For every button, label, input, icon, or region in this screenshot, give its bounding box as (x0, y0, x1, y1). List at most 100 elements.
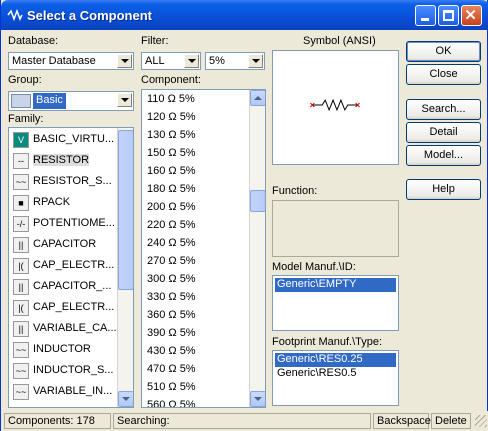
cap-electrolytic-icon: |( (13, 258, 29, 274)
family-item[interactable]: ■ RPACK (11, 193, 119, 213)
search-button[interactable]: Search... (406, 99, 481, 120)
component-item[interactable]: 510 Ω 5% (147, 381, 196, 399)
filter-value: ALL (145, 55, 165, 67)
basic-group-icon (11, 94, 31, 108)
minimize-icon (421, 18, 429, 21)
close-window-button[interactable] (461, 5, 482, 26)
component-item[interactable]: 300 Ω 5% (147, 273, 196, 291)
status-delete: Delete (431, 413, 471, 429)
status-backspace: Backspace (373, 413, 431, 429)
group-select[interactable]: Basic (8, 91, 134, 111)
component-item[interactable]: 270 Ω 5% (147, 255, 196, 273)
capacitor-icon: || (13, 237, 29, 253)
potentiometer-icon: -/- (13, 216, 29, 232)
family-item-label: VARIABLE_CA... (33, 322, 117, 334)
family-item[interactable]: -- RESISTOR (11, 151, 119, 171)
resistor-icon: -- (13, 153, 29, 169)
footprint-manuf-label: Footprint Manuf.\Type: (272, 336, 383, 348)
component-item[interactable]: 240 Ω 5% (147, 237, 196, 255)
component-item[interactable]: 470 Ω 5% (147, 363, 196, 381)
family-item[interactable]: ~~ RESISTOR_S... (11, 172, 119, 192)
help-button[interactable]: Help (406, 179, 481, 200)
scroll-up-button[interactable] (250, 90, 265, 106)
symbol-label: Symbol (ANSI) (303, 35, 376, 47)
chevron-down-icon[interactable] (248, 54, 263, 68)
window-title: Select a Component (27, 8, 152, 23)
family-item[interactable]: V BASIC_VIRTU... (11, 130, 119, 150)
scroll-down-button[interactable] (250, 391, 265, 407)
scroll-thumb[interactable] (250, 190, 265, 212)
component-label: Component: (141, 74, 201, 86)
component-list[interactable]: 110 Ω 5% 120 Ω 5% 130 Ω 5% 150 Ω 5% 160 Ω 5%… (141, 89, 266, 408)
family-scrollbar[interactable] (117, 128, 133, 407)
family-item[interactable]: -/- POTENTIOME... (11, 214, 119, 234)
family-item[interactable]: |(CAP_ELECTR... (11, 256, 119, 276)
function-label: Function: (272, 185, 318, 197)
component-item[interactable]: 430 Ω 5% (147, 345, 196, 363)
model-manuf-list[interactable]: Generic\EMPTY (272, 275, 399, 331)
resistor-smt-icon: ~~ (13, 174, 29, 190)
function-box (272, 200, 399, 257)
close-button[interactable]: Close (406, 64, 481, 85)
ok-button[interactable]: OK (406, 41, 481, 62)
component-item[interactable]: 130 Ω 5% (147, 129, 196, 147)
model-item[interactable]: Generic\EMPTY (275, 278, 396, 292)
virtual-icon: V (13, 132, 29, 148)
status-bar: Components: 178 Searching: Backspace Del… (1, 411, 488, 431)
scroll-down-button[interactable] (118, 391, 133, 407)
database-select[interactable]: Master Database (8, 52, 134, 70)
scroll-thumb[interactable] (118, 130, 133, 290)
family-item-label: INDUCTOR_S... (33, 364, 114, 376)
variable-capacitor-icon: || (13, 321, 29, 337)
family-item[interactable]: ~~ INDUCTOR (11, 340, 119, 360)
family-item[interactable]: || CAPACITOR_... (11, 277, 119, 297)
component-item[interactable]: 390 Ω 5% (147, 327, 196, 345)
resize-grip-icon[interactable] (475, 415, 487, 427)
group-value: Basic (33, 93, 66, 109)
family-item-label: VARIABLE_IN... (33, 385, 113, 397)
component-item[interactable]: 220 Ω 5% (147, 219, 196, 237)
database-label: Database: (8, 35, 59, 47)
component-item[interactable]: 560 Ω 5% (147, 399, 196, 407)
component-item[interactable]: 110 Ω 5% (147, 93, 195, 111)
family-item-label: CAPACITOR_... (33, 280, 112, 292)
family-item-label: CAPACITOR (33, 238, 97, 250)
tolerance-select[interactable]: 5% (205, 52, 265, 70)
footprint-item[interactable]: Generic\RES0.25 (275, 353, 396, 367)
filter-select[interactable]: ALL (141, 52, 201, 70)
family-item[interactable]: |(CAP_ELECTR... (11, 298, 119, 318)
component-item[interactable]: 330 Ω 5% (147, 291, 196, 309)
status-components: Components: 178 (4, 413, 111, 429)
detail-report-button[interactable]: Detail Report... (406, 122, 481, 157)
inductor-icon: ~~ (13, 342, 29, 358)
family-list[interactable]: V BASIC_VIRTU... -- RESISTOR ~~ RESISTOR_S...… (8, 127, 134, 408)
chevron-down-icon[interactable] (117, 54, 132, 68)
family-item-label: CAP_ELECTR... (33, 301, 115, 313)
footprint-item[interactable]: Generic\RES0.5 (275, 367, 396, 381)
component-item[interactable]: 160 Ω 5% (147, 165, 196, 183)
symbol-preview (272, 50, 399, 165)
family-item-label: RPACK (33, 196, 71, 208)
family-item[interactable]: ~~ INDUCTOR_S... (11, 361, 119, 381)
family-item-label: BASIC_VIRTU... (33, 133, 115, 145)
title-bar[interactable]: Select a Component (1, 0, 488, 30)
chevron-down-icon[interactable] (184, 54, 199, 68)
maximize-icon (443, 10, 454, 21)
database-value: Master Database (12, 55, 96, 67)
component-item[interactable]: 200 Ω 5% (147, 201, 196, 219)
model-button[interactable]: Model... (406, 145, 481, 166)
minimize-button[interactable] (415, 5, 436, 26)
family-item[interactable]: || VARIABLE_CA... (11, 319, 119, 339)
resistor-symbol-icon (310, 98, 360, 112)
footprint-manuf-list[interactable]: Generic\RES0.25 Generic\RES0.5 (272, 350, 399, 406)
component-item[interactable]: 120 Ω 5% (147, 111, 196, 129)
component-item[interactable]: 150 Ω 5% (147, 147, 196, 165)
maximize-button[interactable] (438, 5, 459, 26)
component-item[interactable]: 360 Ω 5% (147, 309, 196, 327)
component-item[interactable]: 180 Ω 5% (147, 183, 196, 201)
family-item[interactable]: || CAPACITOR (11, 235, 119, 255)
family-item[interactable]: ~~ VARIABLE_IN... (11, 382, 119, 402)
chevron-down-icon[interactable] (117, 93, 132, 107)
model-manuf-label: Model Manuf.\ID: (272, 261, 356, 273)
component-scrollbar[interactable] (249, 90, 265, 407)
